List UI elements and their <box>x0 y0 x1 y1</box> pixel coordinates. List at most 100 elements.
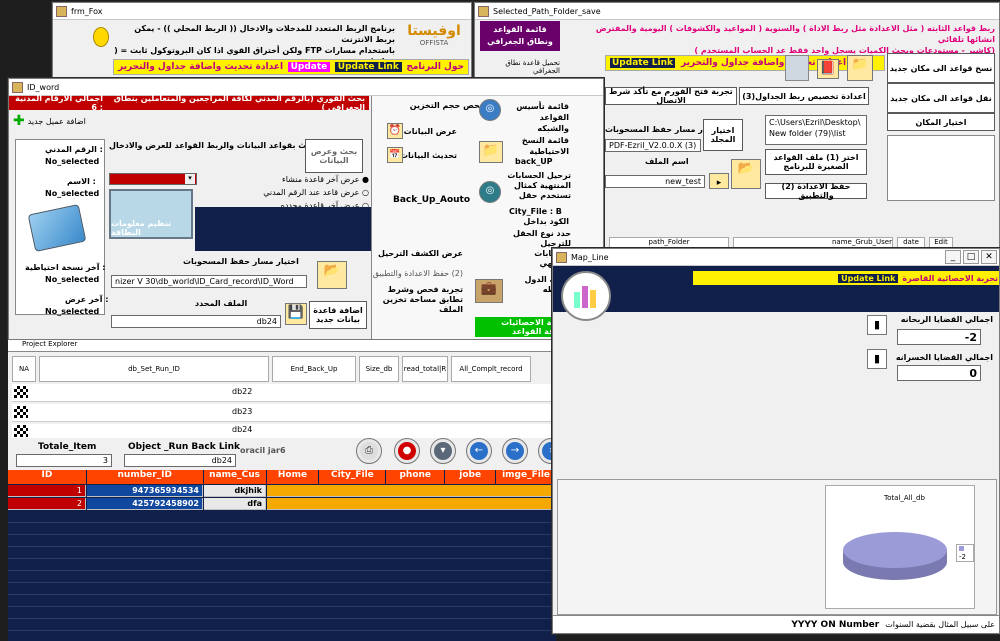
folder-gear-icon: 📁 <box>479 141 503 163</box>
menu-show-data[interactable]: عرض البيانات <box>399 127 457 136</box>
menu-backup-auto[interactable]: Back_Up_Aouto <box>393 195 470 205</box>
frm-fox-window: frm_Fox اوفيستا OFFISTA برنامج الربط الم… <box>52 2 472 82</box>
select-place-button[interactable]: اختيار المكان <box>887 113 995 131</box>
id-navy-panel <box>195 207 371 251</box>
about-program[interactable]: حول البرنامج <box>406 62 464 72</box>
backup-label: آخر نسخة احتياطية : <box>25 263 106 272</box>
lose-value[interactable]: 0 <box>897 365 981 381</box>
search-button[interactable]: بحث وعرض البيانات <box>305 139 363 173</box>
row-db: db22 <box>232 387 253 396</box>
table-row[interactable]: 1 947365934534 dkjhik <box>8 485 556 497</box>
forward-button[interactable]: → <box>502 438 528 464</box>
arrow-right-icon: → <box>506 442 524 460</box>
update-link[interactable]: Update Link <box>838 273 899 283</box>
save-path-field[interactable]: nizer V 30\db_world\ID_Card_record\ID_Wo… <box>111 275 307 288</box>
desc-line-1: برنامج الربط المتعدد للمدخلات والادخال (… <box>134 24 395 44</box>
update-label[interactable]: Update <box>287 62 331 72</box>
totale-field[interactable]: 3 <box>16 454 112 467</box>
menu-backup-list[interactable]: قائمة النسخ الاحتياطية <box>509 135 569 157</box>
explorer-row-3[interactable]: db24 <box>12 424 552 438</box>
win-value[interactable]: -2 <box>897 329 981 345</box>
chart-round-icon[interactable] <box>561 271 611 321</box>
update-link[interactable]: Update Link <box>334 62 402 72</box>
file-field[interactable]: db24 <box>111 315 281 328</box>
menu-network[interactable]: قائمة تأسيس القواعد والشبكه <box>509 101 569 134</box>
move-db-button[interactable]: نقل قواعد الى مكان جديد <box>887 83 995 113</box>
cell-number[interactable]: 425792458902 <box>87 498 203 510</box>
access-icon <box>478 5 489 17</box>
print-button[interactable]: ⎙ <box>356 438 382 464</box>
cell-id[interactable]: 1 <box>8 485 86 497</box>
th-city: City_File <box>319 470 386 484</box>
choose-folder-button[interactable]: اختيار المجلد <box>703 119 743 151</box>
arrow-left-icon: ← <box>470 442 488 460</box>
add-client-row[interactable]: ✚ اضافة عميل جديد <box>13 113 86 129</box>
object-label: Object _Run Back Link <box>128 442 241 452</box>
filename-field[interactable]: new_test <box>605 175 705 188</box>
col-na: NA <box>12 356 36 382</box>
menu-sub: تحميل قاعدة نطاق الجغرافي <box>505 59 560 75</box>
maximize-button[interactable]: □ <box>963 250 979 264</box>
globe-icon: ◎ <box>479 99 501 121</box>
cell-rest[interactable] <box>267 498 556 510</box>
write-folder-icon: 📂 <box>317 261 347 289</box>
th-name: name_Cus <box>203 470 266 484</box>
folder-open-icon[interactable]: ▸ <box>709 173 729 189</box>
update-link[interactable]: Update Link <box>610 58 676 68</box>
back-button[interactable]: ← <box>466 438 492 464</box>
menu-view-transfer[interactable]: عرض الكشف الترحيل <box>375 249 463 258</box>
menu-city-file[interactable]: City_File : B <box>509 207 562 216</box>
save-apply-button[interactable]: (2) حفظ الاعدادة والتطبيق <box>765 182 867 200</box>
stop-button[interactable]: ● <box>394 438 420 464</box>
menu-save-apply[interactable]: (2) حفظ الاعدادة والتطبيق <box>373 269 463 278</box>
path-value-field[interactable]: PDF-Ezril_V2.0.0.X (3) <box>605 139 701 152</box>
cell-id[interactable]: 2 <box>8 498 86 510</box>
minimize-button[interactable]: _ <box>945 250 961 264</box>
relink-tables-button[interactable]: (3)اعدادة تخصيص ربط الجداول <box>739 87 869 105</box>
menu-update-data[interactable]: تحديث البيانات <box>399 151 457 160</box>
access-icon <box>556 251 567 263</box>
menu-transfer[interactable]: ترحيل الحسابات المنتهية كمثال تستخدم حقل <box>507 171 571 201</box>
radio-option-1[interactable]: ● عرض آخر قاعدة منشاء <box>245 173 369 186</box>
cell-rest[interactable] <box>267 485 556 497</box>
map-line-titlebar: Map_Line _ □ ✕ <box>553 249 999 266</box>
copy-db-button[interactable]: نسخ قواعد الى مكان جديد <box>887 53 995 83</box>
explorer-row-2[interactable]: db23 <box>12 404 552 422</box>
menu-backup-up[interactable]: back_UP <box>515 157 553 166</box>
listbox[interactable] <box>887 135 995 201</box>
menu-box[interactable]: قائمة القواعد ونطاق الجغرافي <box>480 21 560 51</box>
cell-number[interactable]: 947365934534 <box>87 485 203 497</box>
close-button[interactable]: ✕ <box>981 250 997 264</box>
col-read-total: read_total|R <box>402 356 448 382</box>
footer-number: YYYY ON Number <box>791 619 880 630</box>
header-line-1: ربط قواعد الثابته ( مثل الاعدادة مثل ربط… <box>595 24 995 44</box>
add-db-button[interactable]: اضافة قاعدة بيانات جديد <box>309 301 367 329</box>
explorer-header-row: NA db_Set_Run_ID End_Back_Up Size_db rea… <box>12 356 556 382</box>
cell-name[interactable]: dkjhik <box>204 485 266 497</box>
menu-storage[interactable]: فحص حجم التخزين <box>399 101 485 110</box>
folder-path-field[interactable]: C:\Users\Ezril\Desktop\ New folder (79)\… <box>765 115 867 145</box>
radio-label-2: عرض قاعد عند الرقم المدني <box>263 188 360 197</box>
map-update-bar: Update Link تجربة الاحصائية القاصرة <box>693 271 999 285</box>
bulb-icon <box>93 27 109 47</box>
choose-small-db-button[interactable]: اختر (1) ملف القواعد الصغيرة للبرنامج <box>765 149 867 175</box>
radio-option-2[interactable]: ○ عرض قاعد عند الرقم المدني <box>245 186 369 199</box>
object-field[interactable]: db24 <box>124 454 236 467</box>
header-title: اجمالي الارقام المدنية : 6 <box>15 94 103 112</box>
window-title: frm_Fox <box>71 6 103 16</box>
table-row[interactable]: 2 425792458902 dfa <box>8 498 556 510</box>
id-header-bar: بحث القوري (بالرقم المدني لكافة المراجعي… <box>9 94 369 112</box>
test-form-button[interactable]: تجربة فتح الفورم مع تأكد شرط الاتصال <box>605 87 737 105</box>
path-header: ربط قواعد الثابته ( مثل الاعدادة مثل ربط… <box>595 23 995 56</box>
map-line-window: Map_Line _ □ ✕ Update Link تجربة الاحصائ… <box>552 248 1000 634</box>
folder-icon[interactable]: 📁 <box>847 55 873 81</box>
col-end-backup: End_Back_Up <box>272 356 356 382</box>
explorer-row-1[interactable]: db22 <box>12 384 552 402</box>
menu-test-check[interactable]: تجربة فحص وشرط تطابق مساحة تخزين الملف <box>375 285 463 315</box>
cell-name[interactable]: dfa <box>204 498 266 510</box>
id-word-window: ID_word بحث القوري (بالرقم المدني لكافة … <box>8 78 604 340</box>
down-button[interactable]: ▾ <box>430 438 456 464</box>
save-disk-icon: 💾 <box>285 303 307 325</box>
search-dropdown[interactable]: ▾ <box>109 173 197 185</box>
card-organizer-button[interactable]: تنظيم معلومات البطاقة <box>109 189 193 239</box>
